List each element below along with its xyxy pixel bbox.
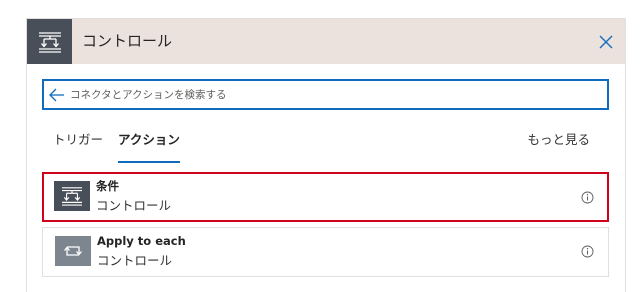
control-panel: コントロール トリガー アクション もっと見る	[26, 18, 626, 292]
list-item-apply-to-each[interactable]: Apply to each コントロール	[42, 227, 609, 277]
panel-header: コントロール	[27, 19, 625, 64]
search-box	[42, 79, 609, 110]
info-button[interactable]	[581, 191, 594, 204]
control-icon	[27, 19, 72, 64]
close-button[interactable]	[595, 31, 617, 53]
condition-icon	[54, 181, 90, 211]
list-item-subtitle: コントロール	[96, 198, 172, 213]
back-button[interactable]	[48, 86, 66, 104]
tab-bar: トリガー アクション もっと見る	[27, 119, 625, 164]
list-item-condition[interactable]: 条件 コントロール	[42, 172, 609, 222]
loop-icon	[55, 236, 91, 266]
panel-title: コントロール	[82, 32, 173, 50]
list-item-title: 条件	[96, 179, 119, 193]
back-arrow-icon	[49, 88, 64, 102]
close-icon	[599, 35, 613, 49]
tab-actions[interactable]: アクション	[118, 129, 180, 163]
list-item-subtitle: コントロール	[97, 253, 173, 268]
info-button[interactable]	[581, 245, 594, 258]
see-more-link[interactable]: もっと見る	[527, 129, 590, 148]
info-icon	[581, 245, 594, 258]
tab-triggers[interactable]: トリガー	[53, 129, 103, 159]
list-item-title: Apply to each	[97, 234, 186, 248]
info-icon	[581, 191, 594, 204]
search-input[interactable]	[70, 84, 590, 106]
